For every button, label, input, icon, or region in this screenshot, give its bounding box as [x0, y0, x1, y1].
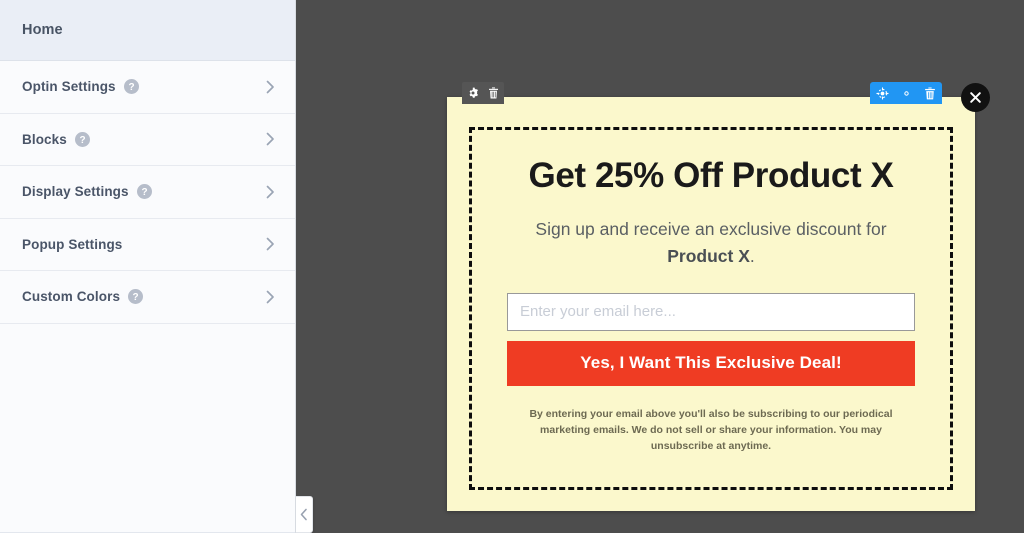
question-mark-circle-icon[interactable]: ? — [123, 79, 139, 95]
svg-text:?: ? — [128, 82, 134, 93]
subheadline-tail-part: . — [749, 245, 755, 266]
sidebar-item-display-settings[interactable]: Display Settings ? — [0, 166, 295, 219]
chevron-right-icon[interactable] — [266, 237, 275, 251]
subheadline-bold-part: Product X — [667, 245, 750, 266]
popup-content: Get 25% Off Product X Sign up and receiv… — [469, 127, 953, 490]
chevron-left-icon — [300, 508, 308, 521]
popup-preview[interactable]: Get 25% Off Product X Sign up and receiv… — [447, 82, 990, 511]
chevron-right-icon[interactable] — [266, 185, 275, 199]
sidebar-item-popup-settings[interactable]: Popup Settings — [0, 218, 295, 271]
question-mark-circle-icon[interactable]: ? — [136, 184, 152, 200]
svg-text:?: ? — [141, 187, 147, 198]
chevron-right-icon[interactable] — [266, 290, 275, 304]
gear-icon[interactable] — [900, 87, 913, 100]
question-mark-circle-icon[interactable]: ? — [128, 289, 144, 305]
sidebar-item-label: Display Settings — [22, 184, 129, 200]
popup-builder-app: Home Optin Settings ? Blocks ? Display S… — [0, 0, 1024, 533]
popup-headline: Get 25% Off Product X — [528, 156, 894, 195]
sidebar-item-custom-colors[interactable]: Custom Colors ? — [0, 271, 295, 324]
editor-canvas[interactable]: Get 25% Off Product X Sign up and receiv… — [296, 0, 1024, 533]
sidebar-header: Home — [0, 0, 295, 61]
trash-icon[interactable] — [488, 87, 499, 99]
page-title: Home — [22, 22, 63, 38]
sidebar-item-optin-settings[interactable]: Optin Settings ? — [0, 61, 295, 114]
popup-subheadline: Sign up and receive an exclusive discoun… — [507, 216, 915, 269]
sidebar-collapse-toggle[interactable] — [296, 496, 313, 533]
sidebar: Home Optin Settings ? Blocks ? Display S… — [0, 0, 296, 533]
chevron-right-icon[interactable] — [266, 80, 275, 94]
submit-cta-button[interactable]: Yes, I Want This Exclusive Deal! — [507, 340, 915, 386]
close-x-icon — [968, 90, 983, 105]
sidebar-empty-area — [0, 323, 295, 533]
popup-close-button[interactable] — [961, 83, 990, 112]
move-icon[interactable] — [876, 86, 889, 100]
sidebar-item-label: Popup Settings — [22, 236, 123, 252]
subheadline-text-part: Sign up and receive an exclusive discoun… — [535, 219, 887, 240]
sidebar-item-label: Custom Colors — [22, 289, 121, 305]
chevron-right-icon[interactable] — [266, 132, 275, 146]
svg-text:?: ? — [133, 292, 139, 303]
svg-text:?: ? — [79, 135, 85, 146]
sidebar-item-label: Blocks — [22, 131, 67, 147]
trash-icon[interactable] — [924, 86, 936, 100]
block-toolbar — [870, 82, 942, 104]
popup-toolbar — [462, 82, 504, 104]
gear-icon[interactable] — [467, 87, 479, 99]
privacy-fine-print: By entering your email above you'll also… — [529, 407, 893, 452]
email-input[interactable] — [507, 292, 915, 331]
sidebar-item-blocks[interactable]: Blocks ? — [0, 113, 295, 166]
sidebar-item-label: Optin Settings — [22, 79, 116, 95]
question-mark-circle-icon[interactable]: ? — [74, 131, 90, 147]
sidebar-menu: Optin Settings ? Blocks ? Display Settin… — [0, 61, 295, 324]
